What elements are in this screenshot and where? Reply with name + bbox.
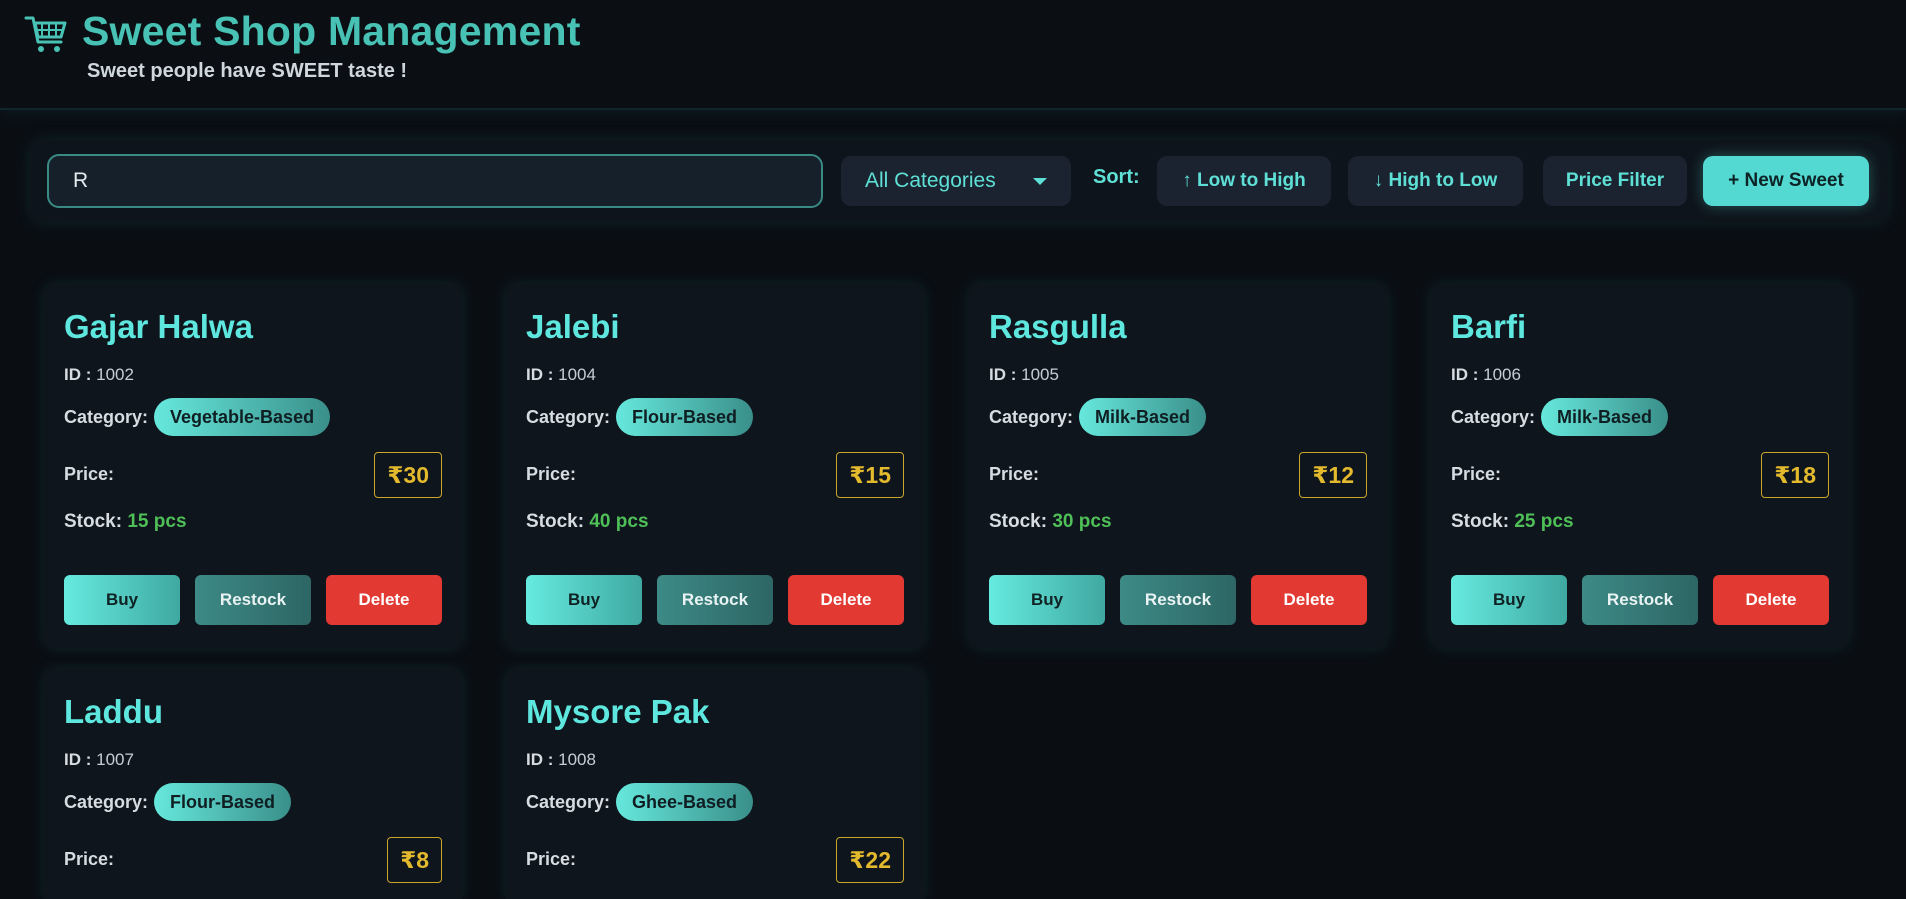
new-sweet-button[interactable]: + New Sweet — [1703, 156, 1869, 206]
stock-row: Stock: 15 pcs — [64, 511, 187, 533]
sort-label: Sort: — [1093, 166, 1140, 188]
buy-button[interactable]: Buy — [1451, 575, 1567, 625]
category-badge: Milk-Based — [1541, 398, 1669, 436]
sweet-card: Jalebi ID : 1004 Category: Flour-Based Pr… — [506, 284, 924, 648]
price-value: ₹18 — [1761, 452, 1829, 498]
price-label: Price: — [526, 849, 577, 869]
category-row: Category: Vegetable-Based — [64, 397, 331, 437]
stock-row: Stock: 30 pcs — [989, 511, 1112, 533]
sweet-id: ID : 1006 — [1451, 365, 1521, 385]
sweet-id: ID : 1004 — [526, 365, 596, 385]
category-badge: Flour-Based — [154, 783, 292, 821]
sort-high-to-low-button[interactable]: ↓ High to Low — [1348, 156, 1523, 206]
id-label: ID : — [64, 750, 92, 769]
price-label: Price: — [989, 464, 1040, 484]
restock-button[interactable]: Restock — [1120, 575, 1236, 625]
sweet-name: Barfi — [1451, 308, 1527, 345]
sweet-id: ID : 1005 — [989, 365, 1059, 385]
chevron-down-icon — [1033, 178, 1047, 185]
delete-button[interactable]: Delete — [1251, 575, 1367, 625]
price-label: Price: — [64, 849, 115, 869]
sweet-card: Mysore Pak ID : 1008 Category: Ghee-Based… — [506, 669, 924, 899]
stock-value: 25 pcs — [1514, 511, 1574, 532]
sweet-name: Mysore Pak — [526, 693, 710, 730]
restock-button[interactable]: Restock — [657, 575, 773, 625]
category-label: Category: — [1451, 406, 1536, 427]
sweet-id: ID : 1007 — [64, 750, 134, 770]
category-badge: Ghee-Based — [616, 783, 754, 821]
price-value: ₹15 — [836, 452, 904, 498]
id-value: 1005 — [1021, 365, 1059, 384]
delete-button[interactable]: Delete — [788, 575, 904, 625]
stock-label: Stock: — [526, 511, 585, 532]
id-value: 1007 — [96, 750, 134, 769]
sweet-card: Rasgulla ID : 1005 Category: Milk-Based P… — [969, 284, 1387, 648]
id-value: 1006 — [1483, 365, 1521, 384]
sweet-card: Barfi ID : 1006 Category: Milk-Based Pric… — [1431, 284, 1849, 648]
id-label: ID : — [1451, 365, 1479, 384]
category-badge: Vegetable-Based — [154, 398, 331, 436]
id-value: 1008 — [558, 750, 596, 769]
sweet-id: ID : 1008 — [526, 750, 596, 770]
stock-label: Stock: — [989, 511, 1048, 532]
sweet-name: Jalebi — [526, 308, 620, 345]
category-select[interactable]: All Categories — [841, 156, 1071, 206]
delete-button[interactable]: Delete — [326, 575, 442, 625]
id-value: 1002 — [96, 365, 134, 384]
id-label: ID : — [989, 365, 1017, 384]
category-row: Category: Flour-Based — [526, 397, 754, 437]
category-label: Category: — [64, 791, 149, 812]
shopping-cart-icon — [24, 16, 67, 52]
id-label: ID : — [526, 750, 554, 769]
sweet-name: Gajar Halwa — [64, 308, 253, 345]
category-label: Category: — [64, 406, 149, 427]
buy-button[interactable]: Buy — [526, 575, 642, 625]
category-row: Category: Flour-Based — [64, 782, 292, 822]
restock-button[interactable]: Restock — [1582, 575, 1698, 625]
app-title: Sweet Shop Management — [82, 8, 581, 54]
stock-row: Stock: 25 pcs — [1451, 511, 1574, 533]
stock-label: Stock: — [1451, 511, 1510, 532]
price-label: Price: — [526, 464, 577, 484]
search-input[interactable]: R — [47, 154, 823, 208]
price-label: Price: — [1451, 464, 1502, 484]
price-value: ₹8 — [387, 837, 442, 883]
buy-button[interactable]: Buy — [64, 575, 180, 625]
sweet-id: ID : 1002 — [64, 365, 134, 385]
restock-button[interactable]: Restock — [195, 575, 311, 625]
sweet-name: Rasgulla — [989, 308, 1127, 345]
category-badge: Milk-Based — [1079, 398, 1207, 436]
sweet-card: Laddu ID : 1007 Category: Flour-Based Pri… — [44, 669, 462, 899]
sweet-name: Laddu — [64, 693, 163, 730]
category-row: Category: Ghee-Based — [526, 782, 754, 822]
stock-value: 30 pcs — [1052, 511, 1112, 532]
stock-value: 15 pcs — [127, 511, 187, 532]
price-label: Price: — [64, 464, 115, 484]
category-row: Category: Milk-Based — [989, 397, 1207, 437]
category-select-value: All Categories — [865, 169, 996, 192]
stock-value: 40 pcs — [589, 511, 649, 532]
category-row: Category: Milk-Based — [1451, 397, 1669, 437]
price-value: ₹12 — [1299, 452, 1367, 498]
stock-row: Stock: 40 pcs — [526, 511, 649, 533]
price-value: ₹30 — [374, 452, 442, 498]
app-header: Sweet Shop Management Sweet people have … — [0, 0, 1906, 110]
category-label: Category: — [526, 791, 611, 812]
category-badge: Flour-Based — [616, 398, 754, 436]
stock-label: Stock: — [64, 511, 123, 532]
sweet-card: Gajar Halwa ID : 1002 Category: Vegetable… — [44, 284, 462, 648]
buy-button[interactable]: Buy — [989, 575, 1105, 625]
price-filter-button[interactable]: Price Filter — [1543, 156, 1687, 206]
app-tagline: Sweet people have SWEET taste ! — [87, 60, 408, 82]
category-label: Category: — [989, 406, 1074, 427]
id-label: ID : — [526, 365, 554, 384]
sort-low-to-high-button[interactable]: ↑ Low to High — [1157, 156, 1331, 206]
delete-button[interactable]: Delete — [1713, 575, 1829, 625]
id-label: ID : — [64, 365, 92, 384]
id-value: 1004 — [558, 365, 596, 384]
price-value: ₹22 — [836, 837, 904, 883]
category-label: Category: — [526, 406, 611, 427]
